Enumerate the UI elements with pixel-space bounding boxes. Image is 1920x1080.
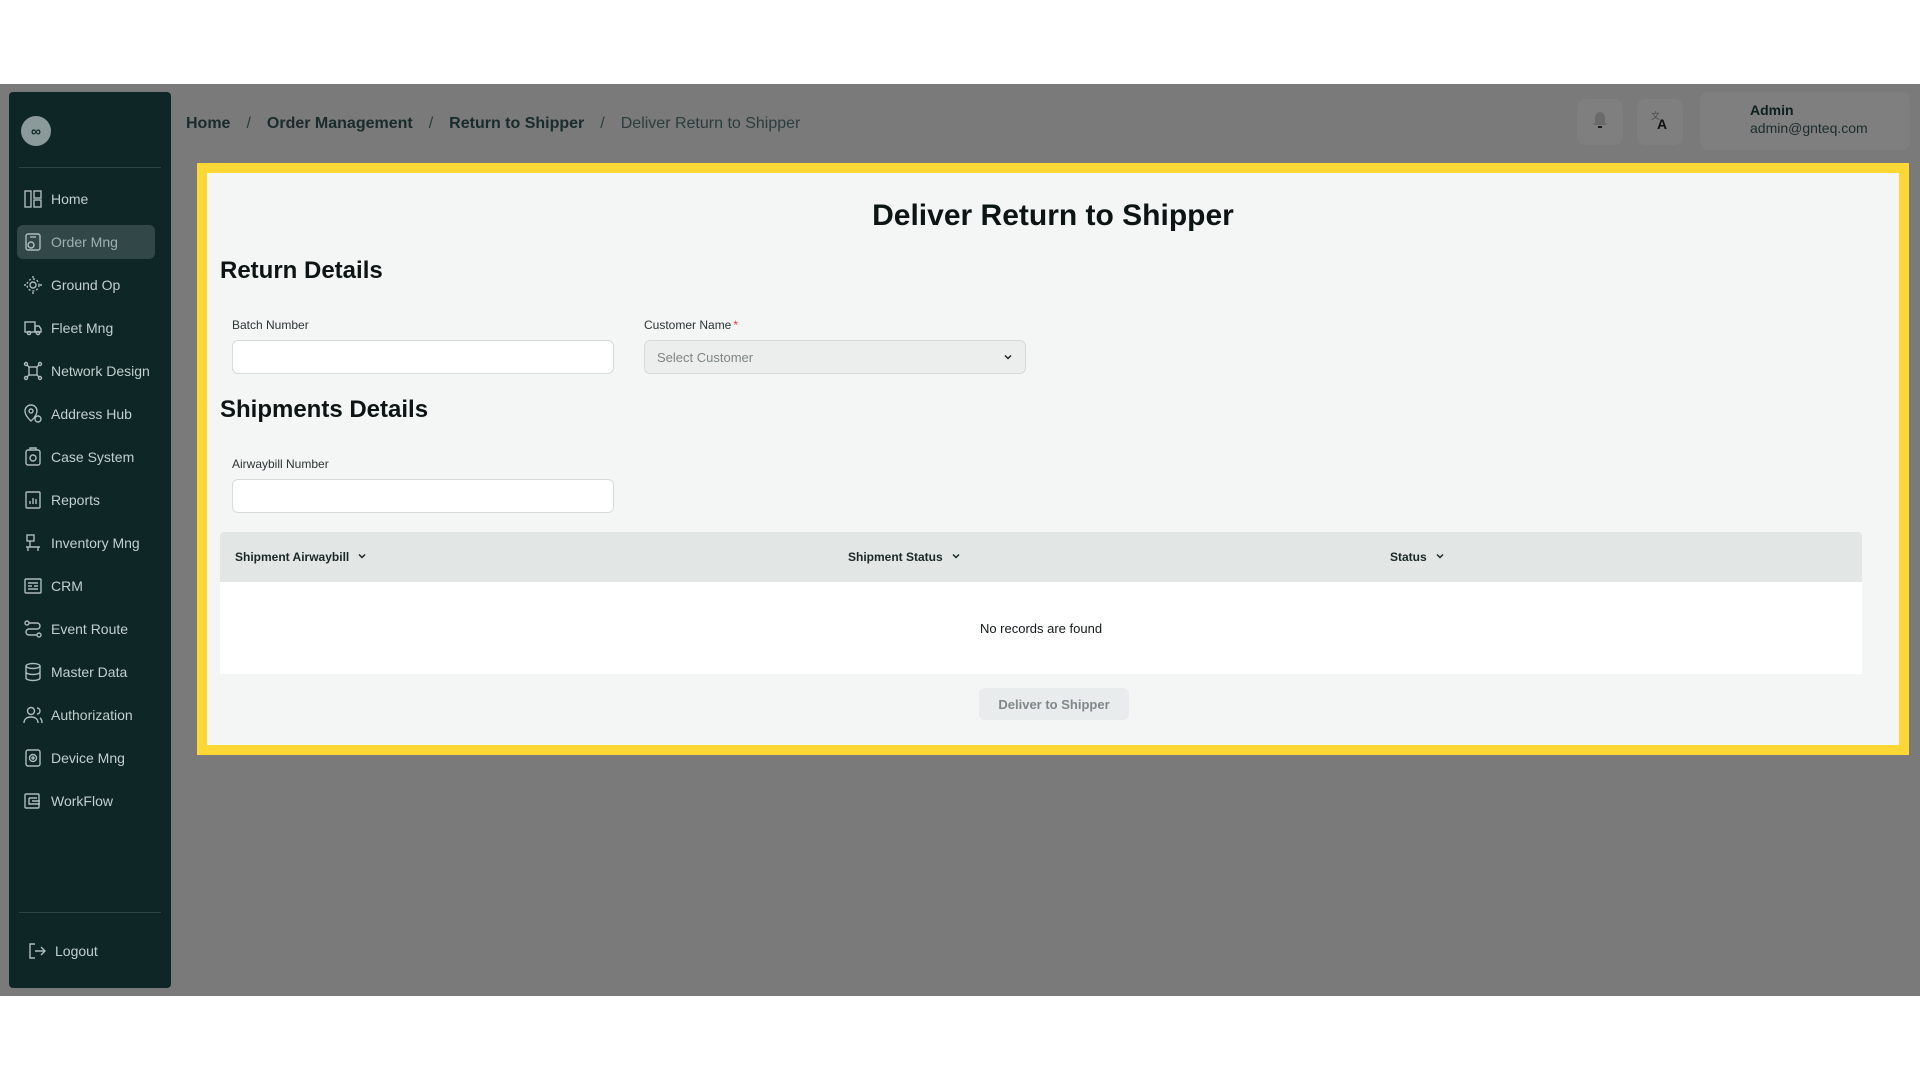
sidebar-item-label: Ground Op: [51, 277, 121, 293]
users-icon: [23, 705, 43, 725]
logout-button[interactable]: Logout: [21, 934, 159, 968]
breadcrumb-separator: /: [246, 115, 251, 132]
device-icon: [23, 748, 43, 768]
customer-select[interactable]: Select Customer: [644, 340, 1026, 374]
sidebar-item-label: Order Mng: [51, 234, 118, 250]
breadcrumb-return-to-shipper[interactable]: Return to Shipper: [449, 115, 584, 133]
breadcrumb-home[interactable]: Home: [186, 115, 230, 133]
highlight-frame: Deliver Return to Shipper Return Details…: [197, 163, 1909, 755]
app-shell: ∞ Home Order Mng Ground Op Fleet Mng Net…: [0, 84, 1920, 996]
sidebar-item-inventory-mng[interactable]: Inventory Mng: [17, 526, 155, 560]
customer-select-placeholder: Select Customer: [657, 349, 754, 365]
sidebar-item-label: Master Data: [51, 664, 128, 680]
sidebar-item-device-mng[interactable]: Device Mng: [17, 741, 155, 775]
chevron-down-icon: [951, 550, 961, 564]
sidebar-item-label: CRM: [51, 578, 83, 594]
report-chart-icon: [23, 490, 43, 510]
sidebar-item-case-system[interactable]: Case System: [17, 440, 155, 474]
shipments-table-header: Shipment Airwaybill Shipment Status Stat…: [220, 532, 1862, 582]
network-icon: [23, 361, 43, 381]
sidebar-item-label: Address Hub: [51, 406, 132, 422]
logout-icon: [27, 941, 47, 961]
user-profile-card[interactable]: Admin admin@gnteq.com: [1700, 92, 1910, 150]
breadcrumb-separator: /: [428, 115, 434, 132]
brand-logo[interactable]: ∞: [21, 116, 51, 146]
sidebar-item-master-data[interactable]: Master Data: [17, 655, 155, 689]
sidebar-item-authorization[interactable]: Authorization: [17, 698, 155, 732]
column-status[interactable]: Status: [1390, 532, 1445, 582]
breadcrumb-separator: /: [600, 115, 605, 132]
customer-name-label: Customer Name *: [644, 318, 738, 332]
sidebar-divider-bottom: [19, 912, 161, 913]
breadcrumb: Home / Order Management / Return to Ship…: [186, 112, 800, 136]
truck-icon: [23, 318, 43, 338]
sidebar-item-network-design[interactable]: Network Design: [17, 354, 155, 388]
breadcrumb-current: Deliver Return to Shipper: [620, 115, 801, 132]
order-box-icon: [23, 232, 43, 252]
home-grid-icon: [23, 189, 43, 209]
sidebar-item-label: Inventory Mng: [51, 535, 140, 551]
airwaybill-number-input[interactable]: [232, 479, 614, 513]
sidebar-item-label: Case System: [51, 449, 135, 465]
empty-state-text: No records are found: [979, 620, 1103, 636]
column-label: Shipment Airwaybill: [235, 550, 350, 564]
airwaybill-number-label: Airwaybill Number: [232, 457, 329, 471]
crm-icon: [23, 576, 43, 596]
sidebar-divider-top: [19, 167, 161, 168]
column-shipment-airwaybill[interactable]: Shipment Airwaybill: [235, 532, 367, 582]
user-name: Admin: [1750, 102, 1794, 118]
deliver-return-card: Deliver Return to Shipper Return Details…: [207, 173, 1899, 745]
batch-number-label: Batch Number: [232, 318, 309, 332]
breadcrumb-order-management[interactable]: Order Management: [267, 115, 413, 133]
workflow-icon: [23, 791, 43, 811]
database-icon: [23, 662, 43, 682]
ground-op-icon: [23, 275, 43, 295]
chevron-down-icon: [357, 550, 367, 564]
return-details-title: Return Details: [220, 257, 383, 284]
sidebar-item-label: WorkFlow: [51, 793, 113, 809]
shipments-details-title: Shipments Details: [220, 396, 429, 423]
sidebar-item-ground-op[interactable]: Ground Op: [17, 268, 155, 302]
case-icon: [23, 447, 43, 467]
column-shipment-status[interactable]: Shipment Status: [848, 532, 961, 582]
sidebar-item-home[interactable]: Home: [17, 182, 155, 216]
sidebar-item-workflow[interactable]: WorkFlow: [17, 784, 155, 818]
map-pin-icon: [23, 404, 43, 424]
chevron-down-icon: [1435, 550, 1445, 564]
user-email: admin@gnteq.com: [1750, 120, 1868, 136]
sidebar-item-label: Event Route: [51, 621, 129, 637]
sidebar-item-fleet-mng[interactable]: Fleet Mng: [17, 311, 155, 345]
sidebar-item-crm[interactable]: CRM: [17, 569, 155, 603]
sidebar-item-label: Home: [51, 191, 89, 207]
sidebar-item-address-hub[interactable]: Address Hub: [17, 397, 155, 431]
route-icon: [23, 619, 43, 639]
svg-text:A: A: [1657, 116, 1667, 132]
batch-number-input[interactable]: [232, 340, 614, 374]
required-asterisk: *: [733, 318, 739, 332]
sidebar-item-label: Reports: [51, 492, 101, 508]
sidebar-item-event-route[interactable]: Event Route: [17, 612, 155, 646]
sidebar-item-reports[interactable]: Reports: [17, 483, 155, 517]
sidebar-item-order-mng[interactable]: Order Mng: [17, 225, 155, 259]
column-label: Status: [1390, 550, 1427, 564]
logout-label: Logout: [55, 943, 98, 959]
notifications-button[interactable]: [1577, 99, 1623, 145]
column-label: Shipment Status: [848, 550, 943, 564]
language-button[interactable]: 文A: [1637, 99, 1683, 145]
sidebar: ∞ Home Order Mng Ground Op Fleet Mng Net…: [9, 92, 171, 988]
customer-name-label-text: Customer Name: [644, 318, 732, 332]
bell-icon: [1589, 109, 1611, 136]
inventory-icon: [23, 533, 43, 553]
translate-icon: 文A: [1648, 108, 1672, 137]
chevron-down-icon: [1003, 350, 1013, 365]
sidebar-item-label: Network Design: [51, 363, 150, 379]
deliver-to-shipper-button[interactable]: Deliver to Shipper: [979, 688, 1129, 720]
sidebar-item-label: Device Mng: [51, 750, 125, 766]
page-title: Deliver Return to Shipper: [872, 199, 1234, 232]
sidebar-item-label: Fleet Mng: [51, 320, 114, 336]
shipments-table-empty: No records are found: [220, 582, 1862, 674]
sidebar-item-label: Authorization: [51, 707, 133, 723]
